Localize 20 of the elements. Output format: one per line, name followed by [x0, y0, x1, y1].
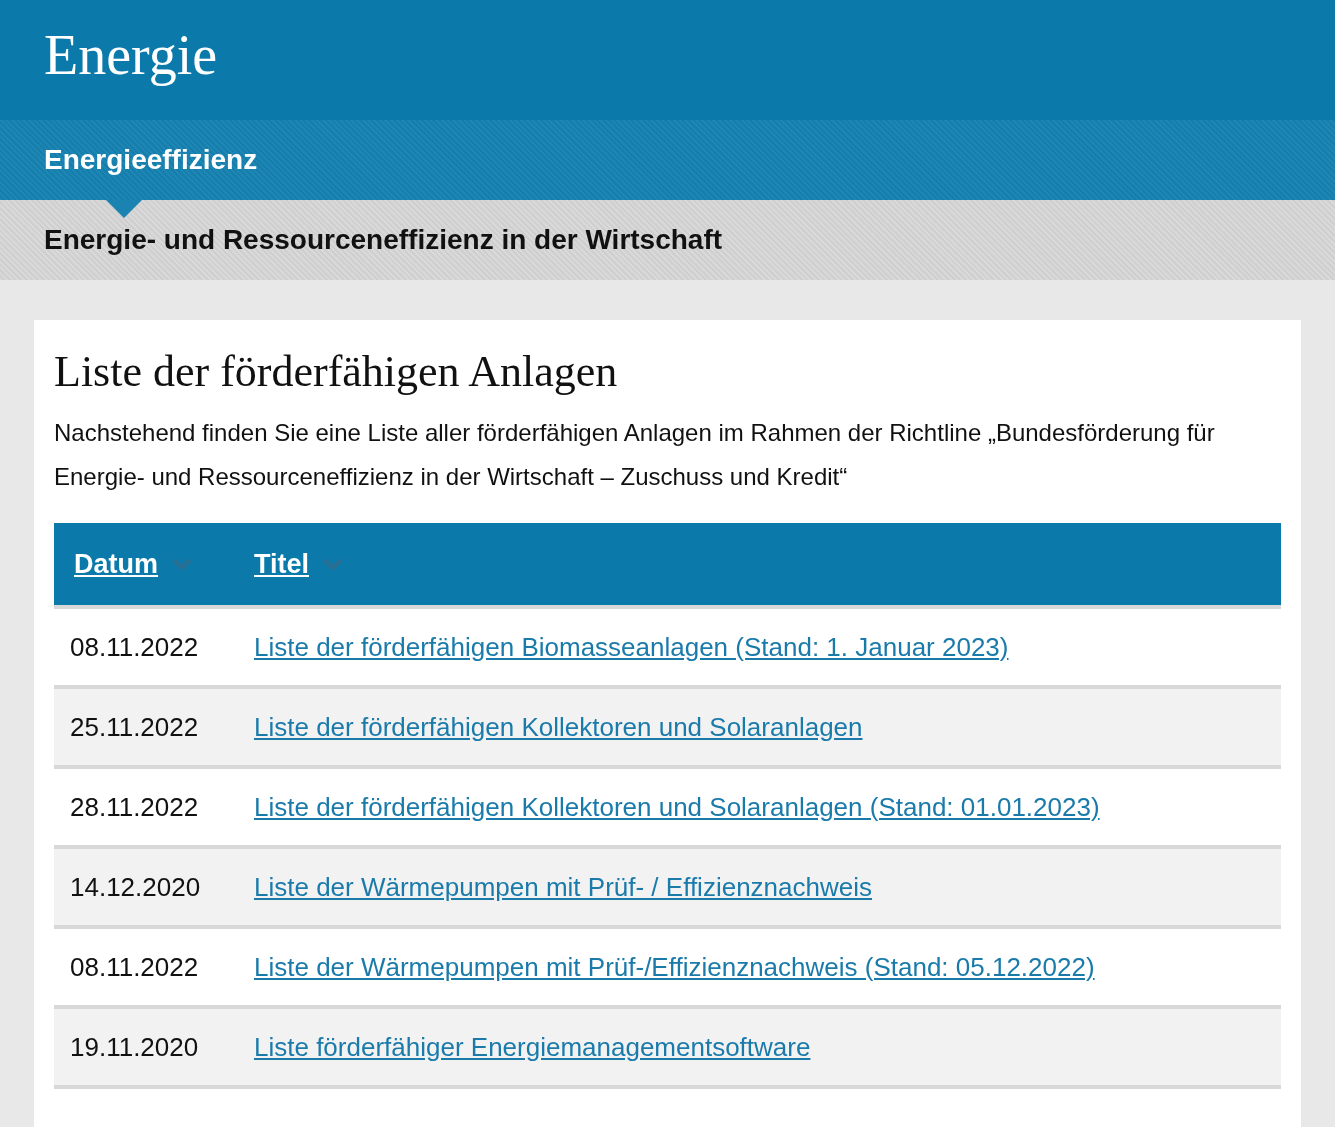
column-sort-link[interactable]: Datum	[74, 543, 192, 585]
date-cell: 28.11.2022	[54, 767, 254, 847]
chevron-down-icon	[323, 558, 343, 570]
date-cell: 08.11.2022	[54, 927, 254, 1007]
intro-paragraph: Nachstehend finden Sie eine Liste aller förderfähigen Anlagen im Rahmen der Richtline „Bundesförderung für Energie- und Ressourceneffizienz in der Wirtschaft – Zuschuss und Kredit“	[54, 418, 1216, 492]
chevron-down-icon	[172, 558, 192, 570]
column-sort-link[interactable]: Titel	[254, 543, 343, 585]
date-cell: 25.11.2022	[54, 687, 254, 767]
date-cell: 08.11.2022	[54, 607, 254, 687]
page-heading: Liste der förderfähigen Anlagen	[54, 346, 619, 398]
document-link[interactable]: Liste der förderfähigen Kollektoren und Solaranlagen	[254, 711, 863, 742]
document-link[interactable]: Liste förderfähiger Energiemanagementsoftware	[254, 1031, 811, 1062]
section-link[interactable]: Energieeffizienz	[44, 139, 258, 181]
date-cell: 14.12.2020	[54, 847, 254, 927]
document-link[interactable]: Liste der förderfähigen Kollektoren und Solaranlagen (Stand: 01.01.2023)	[254, 791, 1100, 822]
document-link[interactable]: Liste der Wärmepumpen mit Prüf- / Effizienznachweis	[254, 871, 872, 902]
document-link[interactable]: Liste der förderfähigen Biomasseanlagen (Stand: 1. Januar 2023)	[254, 631, 1009, 662]
page-link[interactable]: Energie- und Ressourceneffizienz in der Wirtschaft	[44, 219, 723, 261]
document-link[interactable]: Liste der Wärmepumpen mit Prüf-/Effizienznachweis (Stand: 05.12.2022)	[254, 951, 1095, 982]
date-cell: 19.11.2020	[54, 1007, 254, 1087]
